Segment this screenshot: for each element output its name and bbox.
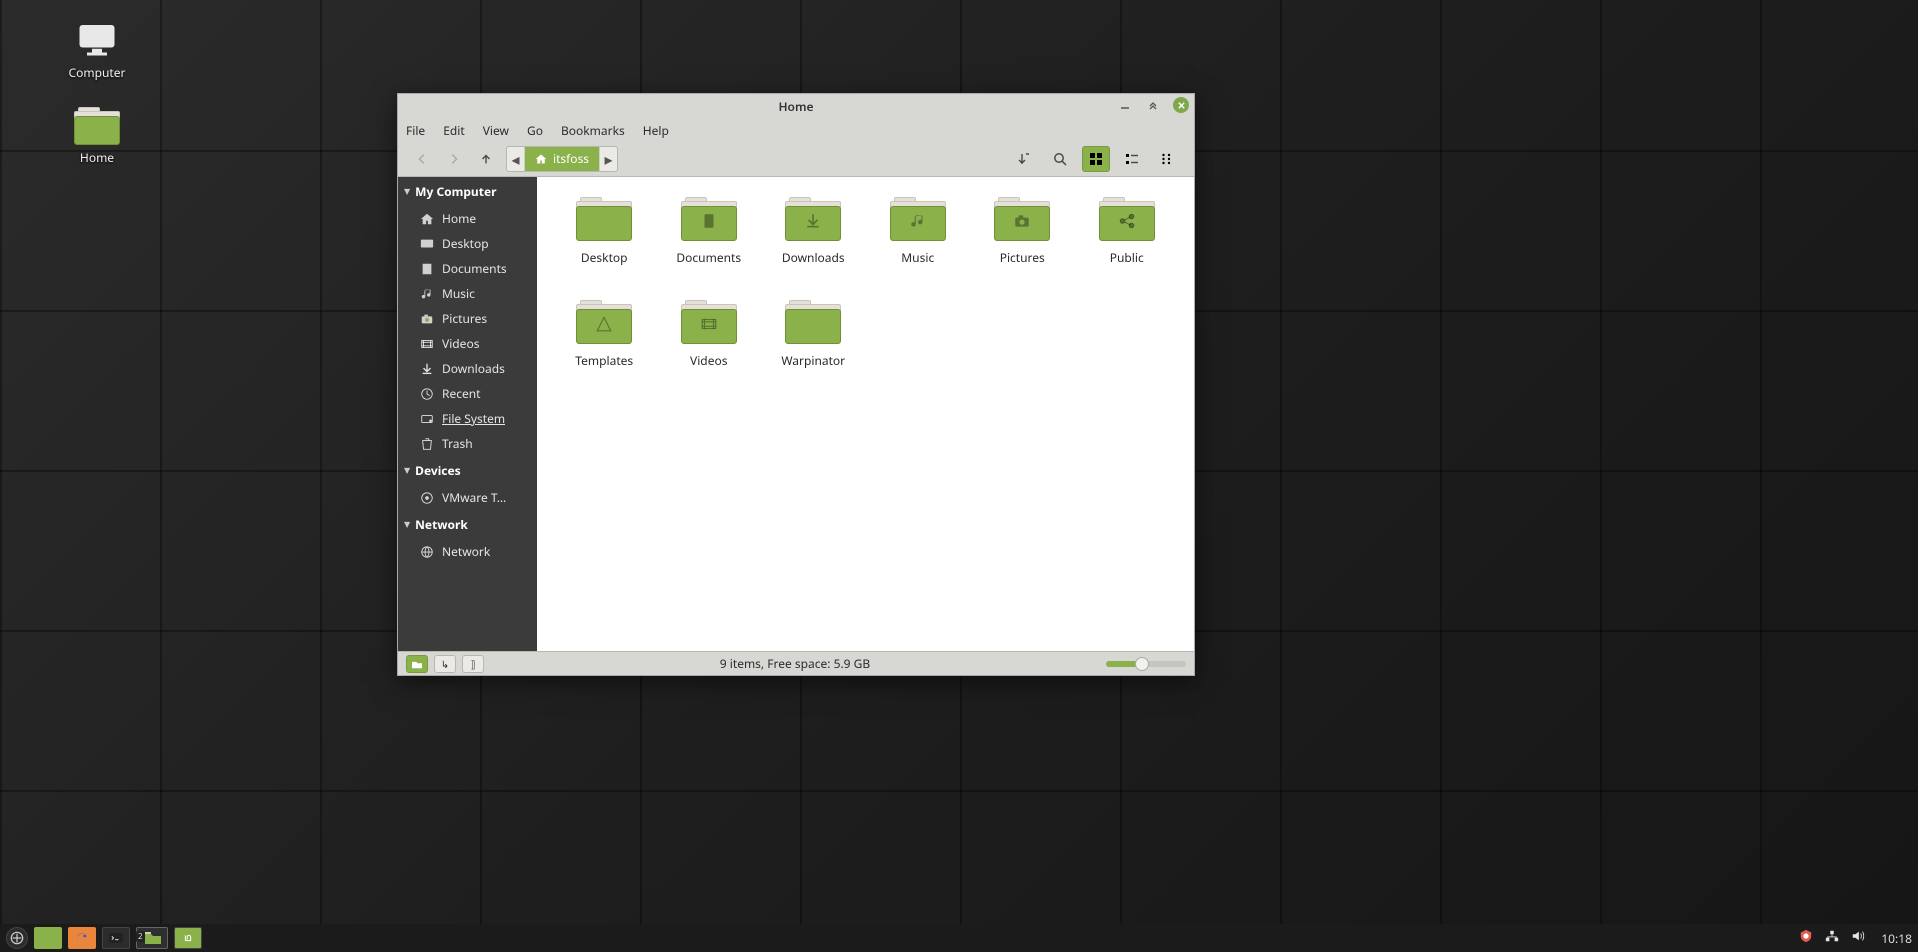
sidebar-item-recent[interactable]: Recent [398, 381, 537, 406]
tray-network-icon[interactable] [1825, 929, 1839, 947]
view-list-button[interactable] [1118, 146, 1146, 172]
nav-back-button[interactable] [410, 147, 434, 171]
sidebar-places-button[interactable] [406, 655, 428, 673]
folder-item[interactable]: Documents [662, 197, 757, 266]
task-badge: 2 [136, 931, 145, 942]
folder-icon [681, 197, 737, 241]
menu-edit[interactable]: Edit [443, 122, 464, 139]
folder-icon [785, 197, 841, 241]
toolbar: ◂ itsfoss ▸ [398, 141, 1194, 177]
desktop-icon-label: Computer [69, 64, 126, 81]
launcher-firefox[interactable] [68, 927, 96, 949]
menu-file[interactable]: File [406, 122, 425, 139]
folder-label: Videos [690, 352, 727, 369]
sidebar-item-network[interactable]: Network [398, 539, 537, 564]
view-icons-button[interactable] [1082, 146, 1110, 172]
pathbar: ◂ itsfoss ▸ [506, 146, 618, 172]
folder-item[interactable]: Templates [557, 300, 652, 369]
folder-item[interactable]: Warpinator [766, 300, 861, 369]
maximize-button[interactable] [1145, 97, 1161, 113]
sidebar-item-home[interactable]: Home [398, 206, 537, 231]
folder-icon [785, 300, 841, 344]
close-button[interactable] [1173, 97, 1189, 113]
taskbar: 2 10:18 [0, 924, 1918, 952]
folder-icon [890, 197, 946, 241]
folder-label: Warpinator [781, 352, 845, 369]
task-file-manager[interactable]: 2 [136, 927, 168, 949]
sidebar: ▼My Computer Home Desktop Documents Musi… [398, 177, 537, 651]
folder-item[interactable]: Music [871, 197, 966, 266]
folder-item[interactable]: Videos [662, 300, 757, 369]
sidebar-tree-button[interactable]: ↳ [434, 655, 456, 673]
sidebar-item-desktop[interactable]: Desktop [398, 231, 537, 256]
window-body: ▼My Computer Home Desktop Documents Musi… [398, 177, 1194, 651]
minimize-button[interactable] [1117, 97, 1133, 113]
sidebar-item-music[interactable]: Music [398, 281, 537, 306]
folder-item[interactable]: Pictures [975, 197, 1070, 266]
path-prev-button[interactable]: ◂ [507, 147, 525, 171]
folder-item[interactable]: Desktop [557, 197, 652, 266]
tray-volume-icon[interactable] [1851, 929, 1865, 947]
sidebar-item-videos[interactable]: Videos [398, 331, 537, 356]
sidebar-item-downloads[interactable]: Downloads [398, 356, 537, 381]
desktop-icon-label: Home [80, 149, 114, 166]
desktop-icon-home[interactable]: Home [62, 107, 132, 166]
sidebar-item-pictures[interactable]: Pictures [398, 306, 537, 331]
folder-icon [576, 197, 632, 241]
nav-up-button[interactable] [474, 147, 498, 171]
window-controls [1117, 97, 1189, 113]
menu-bookmarks[interactable]: Bookmarks [561, 122, 625, 139]
sidebar-item-file-system[interactable]: File System [398, 406, 537, 431]
folder-icon [681, 300, 737, 344]
search-button[interactable] [1046, 146, 1074, 172]
folder-label: Templates [575, 352, 633, 369]
task-mint-welcome[interactable] [174, 927, 202, 949]
launcher-terminal[interactable] [102, 927, 130, 949]
toggle-location-button[interactable] [1010, 146, 1038, 172]
tray-updates-icon[interactable] [1799, 929, 1813, 947]
folder-item[interactable]: Public [1080, 197, 1175, 266]
zoom-slider[interactable] [1106, 661, 1186, 667]
titlebar[interactable]: Home [398, 94, 1194, 119]
folder-label: Downloads [782, 249, 845, 266]
menu-view[interactable]: View [483, 122, 509, 139]
folder-label: Pictures [1000, 249, 1045, 266]
show-desktop-button[interactable] [34, 927, 62, 949]
sidebar-item-trash[interactable]: Trash [398, 431, 537, 456]
sidebar-item-vmware[interactable]: VMware T… [398, 485, 537, 510]
menu-button[interactable] [6, 927, 28, 949]
folder-label: Desktop [581, 249, 628, 266]
folder-label: Music [901, 249, 934, 266]
desktop-icon-computer[interactable]: Computer [62, 20, 132, 81]
status-text: 9 items, Free space: 5.9 GB [490, 655, 1100, 672]
sidebar-section-devices[interactable]: ▼Devices [398, 456, 537, 485]
folder-icon [994, 197, 1050, 241]
folder-grid[interactable]: Desktop Documents Downloads Music [537, 177, 1194, 651]
statusbar: ↳ ⟧ 9 items, Free space: 5.9 GB [398, 651, 1194, 675]
view-compact-button[interactable] [1154, 146, 1182, 172]
sidebar-item-documents[interactable]: Documents [398, 256, 537, 281]
system-tray: 10:18 [1799, 929, 1912, 947]
nav-forward-button[interactable] [442, 147, 466, 171]
path-crumb-label: itsfoss [553, 150, 589, 167]
window-title: Home [398, 98, 1194, 115]
path-crumb-home[interactable]: itsfoss [525, 147, 599, 171]
menu-go[interactable]: Go [527, 122, 543, 139]
folder-item[interactable]: Downloads [766, 197, 861, 266]
file-manager-window: Home File Edit View Go Bookmarks Help ◂ [397, 93, 1195, 676]
menubar: File Edit View Go Bookmarks Help [398, 119, 1194, 141]
folder-icon [1099, 197, 1155, 241]
folder-icon [576, 300, 632, 344]
folder-label: Public [1110, 249, 1144, 266]
desktop: Computer Home Home File Edit View Go Boo… [0, 0, 1918, 952]
desktop-icon-area: Computer Home [62, 20, 132, 166]
clock[interactable]: 10:18 [1881, 930, 1912, 947]
sidebar-hide-button[interactable]: ⟧ [462, 655, 484, 673]
sidebar-section-my-computer[interactable]: ▼My Computer [398, 177, 537, 206]
folder-label: Documents [676, 249, 741, 266]
path-next-button[interactable]: ▸ [599, 147, 617, 171]
menu-help[interactable]: Help [643, 122, 669, 139]
sidebar-section-network[interactable]: ▼Network [398, 510, 537, 539]
